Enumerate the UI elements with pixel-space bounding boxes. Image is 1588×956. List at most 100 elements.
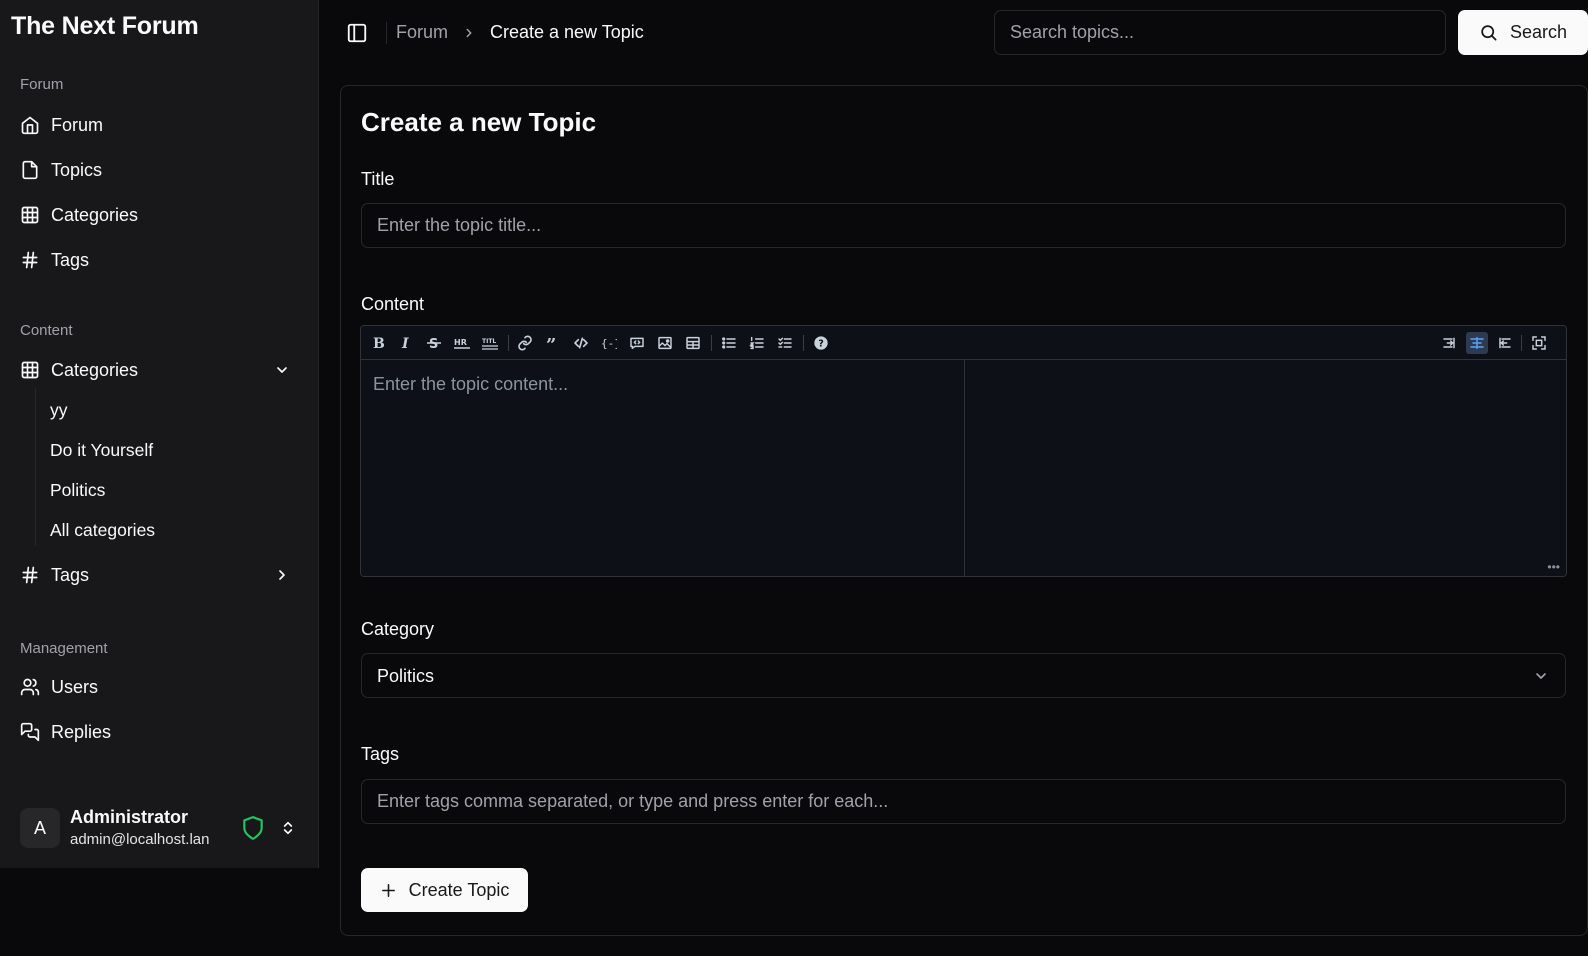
svg-text:TITL: TITL xyxy=(482,338,496,345)
editor-placeholder: Enter the topic content... xyxy=(373,374,569,394)
svg-text:S: S xyxy=(429,337,438,351)
shield-icon xyxy=(243,816,263,840)
plus-icon xyxy=(381,883,395,897)
create-topic-button[interactable]: Create Topic xyxy=(361,868,528,912)
tags-label: Tags xyxy=(361,744,400,764)
hr-icon[interactable]: HR xyxy=(451,332,473,354)
sidebar-item-categories[interactable]: Categories xyxy=(12,196,304,234)
svg-text:{-}: {-} xyxy=(601,337,617,350)
hash-icon xyxy=(22,251,38,269)
sidebar-subitem-yy[interactable]: yy xyxy=(50,400,68,421)
editor-preview xyxy=(966,360,1566,576)
home-icon xyxy=(21,116,39,135)
app-root: The Next Forum Forum Forum Topics Catego… xyxy=(0,0,1588,956)
sidebar-item-label: Tags xyxy=(51,249,90,270)
messages-icon xyxy=(20,722,40,742)
markdown-editor: B I S HR TITL ” {-} ? Enter t xyxy=(360,325,1567,577)
code-icon[interactable] xyxy=(570,332,592,354)
svg-text:?: ? xyxy=(818,338,823,349)
help-icon[interactable]: ? xyxy=(810,332,832,354)
toolbar-divider xyxy=(711,335,712,351)
page-title: Create a new Topic xyxy=(361,107,597,137)
sidebar-item-forum[interactable]: Forum xyxy=(12,106,304,144)
category-select[interactable]: Politics xyxy=(361,653,1566,698)
chevron-right-icon xyxy=(279,570,285,580)
fullscreen-icon[interactable] xyxy=(1528,332,1550,354)
group-label-forum: Forum xyxy=(20,76,64,93)
preview-mode-icon[interactable] xyxy=(1493,332,1515,354)
sidebar-item-label: Users xyxy=(51,676,99,697)
category-label: Category xyxy=(361,619,435,639)
strikethrough-icon[interactable]: S xyxy=(423,332,445,354)
user-menu[interactable]: A Administrator admin@localhost.lan xyxy=(12,796,308,856)
users-icon xyxy=(20,678,40,696)
sidebar-item-content-categories[interactable]: Categories xyxy=(12,351,304,389)
sidebar-item-tags[interactable]: Tags xyxy=(12,241,304,279)
app-title: The Next Forum xyxy=(11,12,199,40)
sidebar-toggle-icon[interactable] xyxy=(346,22,368,44)
search-input[interactable] xyxy=(994,10,1446,55)
svg-text:HR: HR xyxy=(454,338,467,347)
code-block-icon[interactable]: {-} xyxy=(598,332,620,354)
checked-list-icon[interactable] xyxy=(774,332,796,354)
ordered-list-icon[interactable] xyxy=(746,332,768,354)
tags-input[interactable] xyxy=(361,779,1566,824)
italic-icon[interactable]: I xyxy=(395,332,417,354)
grid-icon xyxy=(21,361,39,379)
toolbar-divider xyxy=(508,335,509,351)
editor-textarea[interactable]: Enter the topic content... xyxy=(361,360,965,576)
sidebar: The Next Forum Forum Forum Topics Catego… xyxy=(0,0,319,868)
user-name: Administrator xyxy=(70,807,189,827)
resize-grip-icon[interactable]: ••• xyxy=(1547,560,1560,574)
sidebar-subitem-do-it-yourself[interactable]: Do it Yourself xyxy=(50,440,153,461)
content-label: Content xyxy=(361,294,425,314)
breadcrumb-forum[interactable]: Forum xyxy=(396,22,448,43)
search-button-label: Search xyxy=(1509,22,1568,42)
toolbar-divider xyxy=(1521,335,1522,351)
avatar: A xyxy=(20,808,60,848)
title-icon[interactable]: TITL xyxy=(479,332,501,354)
sidebar-item-topics[interactable]: Topics xyxy=(12,151,304,189)
chevron-down-icon xyxy=(277,367,287,373)
sidebar-item-users[interactable]: Users xyxy=(12,668,304,706)
sidebar-subitem-all-categories[interactable]: All categories xyxy=(50,520,155,541)
sidebar-item-label: Forum xyxy=(51,114,104,135)
toolbar-divider xyxy=(803,335,804,351)
bold-icon[interactable]: B xyxy=(367,332,389,354)
header-divider xyxy=(386,22,387,44)
search-button[interactable]: Search xyxy=(1458,10,1588,55)
live-mode-icon[interactable] xyxy=(1466,332,1488,354)
unordered-list-icon[interactable] xyxy=(718,332,740,354)
user-email: admin@localhost.lan xyxy=(70,831,210,848)
svg-text:I: I xyxy=(401,336,409,351)
title-input[interactable] xyxy=(361,203,1566,248)
link-icon[interactable] xyxy=(514,332,536,354)
quote-icon[interactable]: ” xyxy=(542,332,564,354)
svg-text:B: B xyxy=(373,336,385,351)
svg-text:”: ” xyxy=(546,335,556,351)
hash-icon xyxy=(22,566,38,584)
editor-toolbar: B I S HR TITL ” {-} ? xyxy=(361,326,1566,360)
sidebar-item-label: Categories xyxy=(51,359,139,380)
sidebar-item-label: Replies xyxy=(51,721,112,742)
chevron-right-icon xyxy=(466,28,472,38)
sidebar-item-replies[interactable]: Replies xyxy=(12,713,304,751)
sidebar-item-label: Tags xyxy=(51,564,90,585)
sidebar-item-label: Topics xyxy=(51,159,103,180)
breadcrumb-current: Create a new Topic xyxy=(490,22,644,42)
sidebar-item-content-tags[interactable]: Tags xyxy=(12,556,304,594)
image-icon[interactable] xyxy=(654,332,676,354)
sidebar-subitem-politics[interactable]: Politics xyxy=(50,480,105,501)
create-topic-label: Create Topic xyxy=(408,879,510,900)
title-label: Title xyxy=(361,169,395,189)
group-label-content: Content xyxy=(20,322,73,339)
search-icon xyxy=(1481,25,1497,41)
edit-mode-icon[interactable] xyxy=(1439,332,1461,354)
comment-icon[interactable] xyxy=(626,332,648,354)
grid-icon xyxy=(21,206,39,224)
category-selected-value: Politics xyxy=(377,666,435,686)
chevron-down-icon xyxy=(1536,673,1546,679)
table-icon[interactable] xyxy=(682,332,704,354)
sidebar-item-label: Categories xyxy=(51,204,139,225)
file-icon xyxy=(22,160,38,180)
